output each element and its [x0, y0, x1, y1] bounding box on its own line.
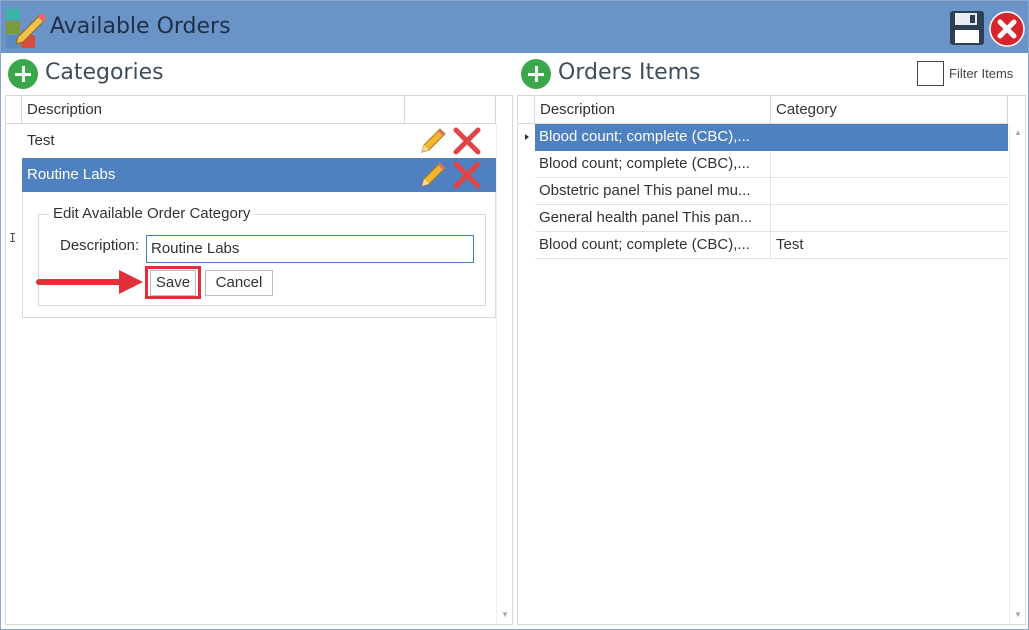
order-category-cell	[771, 178, 1008, 204]
order-description-cell: Blood count; complete (CBC),...	[535, 151, 771, 177]
edit-category-panel: Edit Available Order Category Descriptio…	[22, 192, 496, 318]
scroll-up-icon[interactable]: ▲	[1010, 126, 1026, 140]
add-order-item-button[interactable]	[521, 59, 551, 89]
window-title: Available Orders	[50, 14, 231, 39]
filter-items-label: Filter Items	[949, 66, 1014, 81]
order-item-row[interactable]: Obstetric panel This panel mu...	[535, 178, 1008, 205]
row-header-cell	[518, 96, 535, 123]
column-header-actions	[405, 96, 496, 123]
orders-items-title: Orders Items	[558, 60, 701, 85]
red-arrow-annotation	[36, 270, 143, 294]
close-circle-icon[interactable]	[989, 11, 1025, 47]
categories-grid-header: Description	[6, 96, 496, 124]
app-pencil-icon	[6, 9, 46, 48]
order-category-cell: Test	[776, 236, 804, 253]
edit-category-legend: Edit Available Order Category	[49, 205, 255, 222]
order-item-row[interactable]: Blood count; complete (CBC),... Test	[535, 232, 1008, 259]
row-header-cell	[6, 96, 22, 123]
edit-pencil-icon[interactable]	[418, 126, 448, 156]
order-category-cell	[771, 205, 1008, 231]
floppy-disk-icon[interactable]	[949, 10, 985, 46]
order-description-cell: Blood count; complete (CBC),...	[535, 232, 771, 258]
order-description-cell: General health panel This pan...	[535, 205, 771, 231]
order-item-row[interactable]: General health panel This pan...	[535, 205, 1008, 232]
category-row-label: Routine Labs	[27, 166, 116, 183]
categories-title: Categories	[45, 60, 164, 85]
edit-pencil-icon[interactable]	[418, 160, 448, 190]
orders-grid: Description Category Blood count; comple…	[517, 95, 1026, 625]
column-header-category[interactable]: Category	[771, 96, 1008, 123]
categories-grid: Description Test Routine Labs Edit Avail…	[5, 95, 513, 625]
delete-x-icon[interactable]	[452, 126, 482, 156]
delete-x-icon[interactable]	[452, 160, 482, 190]
scroll-down-icon[interactable]: ▼	[497, 608, 513, 622]
save-button[interactable]: Save	[150, 270, 196, 296]
order-item-row-selected[interactable]: Blood count; complete (CBC),...	[535, 124, 1008, 151]
order-category-cell	[771, 124, 1008, 150]
current-row-indicator-icon	[525, 134, 529, 140]
available-orders-window: Available Orders Categories Orders Items…	[0, 0, 1029, 630]
filter-items-checkbox[interactable]	[917, 61, 944, 86]
categories-scrollbar[interactable]: ▼	[496, 124, 512, 624]
orders-grid-header: Description Category	[518, 96, 1008, 124]
order-description-cell: Obstetric panel This panel mu...	[535, 178, 771, 204]
cancel-button[interactable]: Cancel	[205, 270, 273, 296]
order-description-cell: Blood count; complete (CBC),...	[535, 124, 771, 150]
column-header-description[interactable]: Description	[535, 96, 771, 123]
column-header-description[interactable]: Description	[22, 96, 405, 123]
description-input[interactable]: Routine Labs	[146, 235, 474, 263]
orders-scrollbar[interactable]: ▲ ▼	[1009, 124, 1025, 624]
text-cursor-icon: I	[9, 231, 17, 245]
scroll-down-icon[interactable]: ▼	[1010, 608, 1026, 622]
category-row-label: Test	[27, 132, 55, 149]
description-label: Description:	[60, 237, 140, 254]
title-bar: Available Orders	[1, 1, 1028, 53]
add-category-button[interactable]	[8, 59, 38, 89]
order-category-cell	[771, 151, 1008, 177]
order-item-row[interactable]: Blood count; complete (CBC),...	[535, 151, 1008, 178]
